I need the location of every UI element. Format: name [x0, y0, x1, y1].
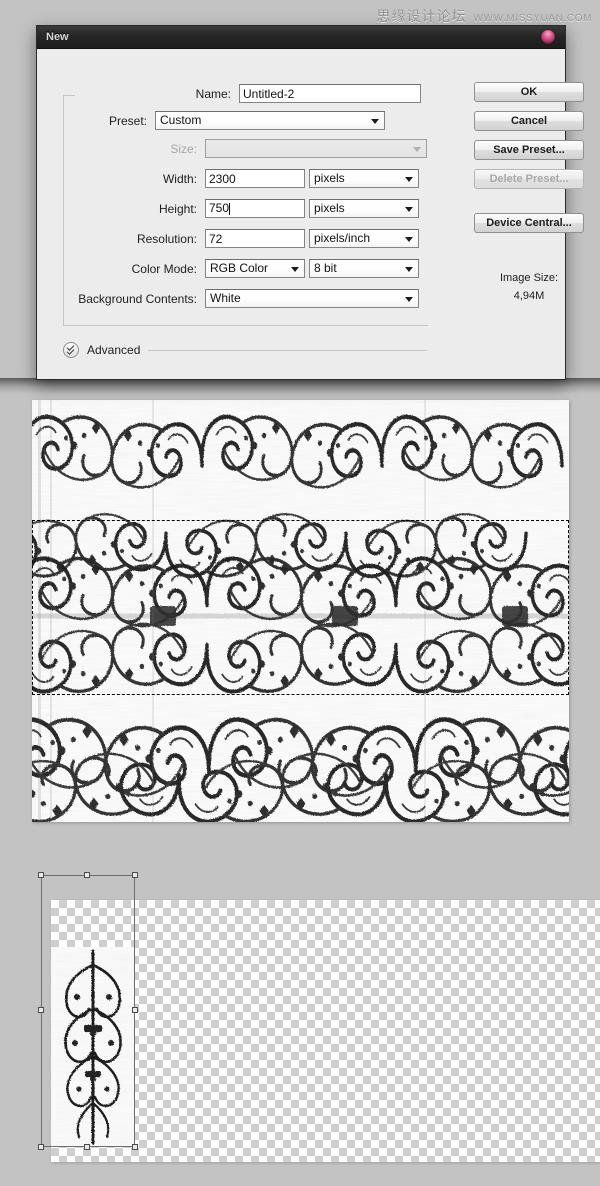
height-unit-value: pixels — [314, 201, 345, 215]
chevron-down-icon — [405, 236, 413, 242]
transform-handle-bottom-middle[interactable] — [84, 1144, 90, 1150]
dialog-title: New — [46, 31, 69, 43]
cancel-button[interactable]: Cancel — [474, 111, 584, 131]
image-size-value: 4,94M — [513, 290, 545, 302]
resolution-unit-dropdown[interactable]: pixels/inch — [309, 229, 419, 248]
resolution-unit-value: pixels/inch — [314, 231, 371, 245]
ok-button[interactable]: OK — [474, 82, 584, 102]
background-contents-value: White — [210, 291, 241, 305]
transform-handle-top-left[interactable] — [38, 872, 44, 878]
dialog-body: Name: Preset: Custom Size: — [37, 49, 584, 379]
size-label: Size: — [170, 141, 197, 156]
advanced-divider — [148, 349, 427, 351]
dialog-button-column: OK Cancel Save Preset... Delete Preset..… — [443, 49, 584, 379]
color-mode-row: Color Mode: RGB Color 8 bit — [37, 259, 433, 278]
resolution-label: Resolution: — [136, 231, 197, 246]
bit-depth-value: 8 bit — [314, 261, 337, 275]
transform-handle-bottom-right[interactable] — [132, 1144, 138, 1150]
text-caret — [229, 202, 231, 215]
width-input[interactable] — [205, 169, 305, 188]
height-row: Height: 750 pixels — [37, 199, 433, 218]
height-value: 750 — [209, 201, 230, 215]
preset-value: Custom — [160, 113, 202, 127]
advanced-section-toggle[interactable]: Advanced — [63, 342, 427, 358]
chevron-down-icon — [405, 296, 413, 302]
color-mode-value: RGB Color — [210, 261, 269, 275]
dialog-drop-shadow — [0, 378, 600, 394]
ornamental-scrollwork-artwork — [32, 400, 569, 822]
resolution-input[interactable] — [205, 229, 305, 248]
transform-handle-top-middle[interactable] — [84, 872, 90, 878]
name-label: Name: — [195, 86, 231, 101]
document-canvas-ornament[interactable] — [32, 400, 569, 822]
transform-handle-top-right[interactable] — [132, 872, 138, 878]
height-label: Height: — [158, 201, 197, 216]
color-mode-dropdown[interactable]: RGB Color — [205, 259, 305, 278]
transform-handle-middle-right[interactable] — [132, 1007, 138, 1013]
free-transform-bounding-box[interactable] — [38, 872, 138, 1150]
color-mode-label: Color Mode: — [131, 261, 197, 276]
background-contents-dropdown[interactable]: White — [205, 289, 419, 308]
image-size-readout: Image Size: 4,94M — [474, 269, 584, 305]
image-size-label: Image Size: — [499, 272, 559, 284]
delete-preset-button: Delete Preset... — [474, 169, 584, 189]
chevron-down-icon — [405, 176, 413, 182]
width-label: Width: — [162, 171, 197, 186]
dialog-titlebar[interactable]: New — [37, 26, 565, 49]
chevron-double-down-icon[interactable] — [63, 342, 79, 358]
site-watermark: 思缘设计论坛 WWW.MISSYUAN.COM — [377, 6, 592, 26]
dialog-form-area: Name: Preset: Custom Size: — [37, 49, 433, 379]
name-row: Name: — [37, 84, 433, 103]
width-unit-dropdown[interactable]: pixels — [309, 169, 419, 188]
width-unit-value: pixels — [314, 171, 345, 185]
name-input[interactable] — [239, 84, 421, 103]
size-row: Size: — [37, 139, 433, 158]
preset-label: Preset: — [108, 113, 147, 128]
chevron-down-icon — [413, 146, 421, 152]
save-preset-button[interactable]: Save Preset... — [474, 140, 584, 160]
preset-dropdown[interactable]: Custom — [155, 111, 385, 130]
close-icon[interactable] — [541, 30, 555, 44]
bit-depth-dropdown[interactable]: 8 bit — [309, 259, 419, 278]
height-input[interactable]: 750 — [205, 199, 305, 218]
device-central-button[interactable]: Device Central... — [474, 213, 584, 233]
chevron-down-icon — [371, 118, 379, 124]
chevron-down-icon — [405, 206, 413, 212]
resolution-row: Resolution: pixels/inch — [37, 229, 433, 248]
watermark-url-text: WWW.MISSYUAN.COM — [473, 13, 592, 24]
advanced-label: Advanced — [87, 343, 141, 357]
new-document-dialog: New Name: Preset: Custom Size: — [36, 25, 584, 380]
transform-handle-bottom-left[interactable] — [38, 1144, 44, 1150]
preset-row: Preset: Custom — [37, 111, 433, 130]
background-contents-row: Background Contents: White — [37, 289, 433, 308]
background-contents-label: Background Contents: — [78, 291, 197, 306]
chevron-down-icon — [405, 266, 413, 272]
watermark-chinese-text: 思缘设计论坛 — [376, 8, 467, 24]
transform-handle-middle-left[interactable] — [38, 1007, 44, 1013]
chevron-down-icon — [291, 266, 299, 272]
height-unit-dropdown[interactable]: pixels — [309, 199, 419, 218]
width-row: Width: pixels — [37, 169, 433, 188]
size-dropdown — [205, 139, 427, 158]
